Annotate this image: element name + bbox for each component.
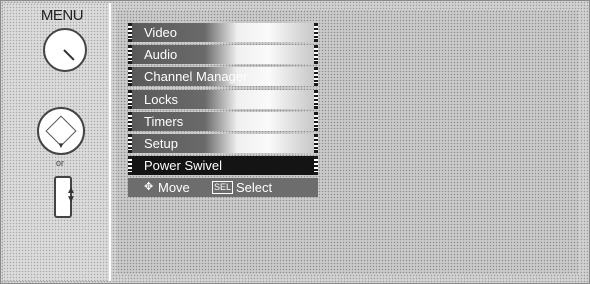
move-label: Move bbox=[158, 180, 190, 195]
menu-item-setup[interactable]: Setup bbox=[128, 134, 318, 153]
arrow-down-icon: ▼ bbox=[57, 141, 65, 150]
menu-item-label: Power Swivel bbox=[144, 158, 223, 173]
menu-item-label: Timers bbox=[144, 114, 184, 129]
sel-key-icon: SEL bbox=[212, 181, 234, 194]
menu-item-locks[interactable]: Locks bbox=[128, 90, 318, 109]
up-down-arrows-icon: ▲ ▼ bbox=[66, 185, 76, 205]
menu-item-label: Audio bbox=[144, 47, 178, 62]
menu-item-timers[interactable]: Timers bbox=[128, 112, 318, 131]
menu-item-channel-manager[interactable]: Channel Manager bbox=[128, 67, 318, 86]
help-bar: ✥ Move SEL Select bbox=[128, 178, 318, 197]
menu-item-label: Video bbox=[144, 25, 178, 40]
menu-item-audio[interactable]: Audio bbox=[128, 45, 318, 64]
or-label: or bbox=[56, 158, 65, 168]
select-label: Select bbox=[236, 180, 273, 195]
menu-item-label: Setup bbox=[144, 136, 178, 151]
menu-item-power-swivel[interactable]: Power Swivel bbox=[128, 156, 318, 175]
menu-item-video[interactable]: Video bbox=[128, 23, 318, 42]
dpad-icon[interactable]: ▼ bbox=[37, 107, 85, 155]
move-arrows-icon: ✥ bbox=[144, 181, 154, 193]
menu-button-label: MENU bbox=[40, 7, 84, 24]
menu-item-label: Locks bbox=[144, 92, 178, 107]
remote-control-panel: MENU ▼ or ▲ ▼ bbox=[3, 3, 111, 281]
menu-item-label: Channel Manager bbox=[144, 69, 248, 84]
menu-knob-icon[interactable] bbox=[43, 28, 87, 72]
